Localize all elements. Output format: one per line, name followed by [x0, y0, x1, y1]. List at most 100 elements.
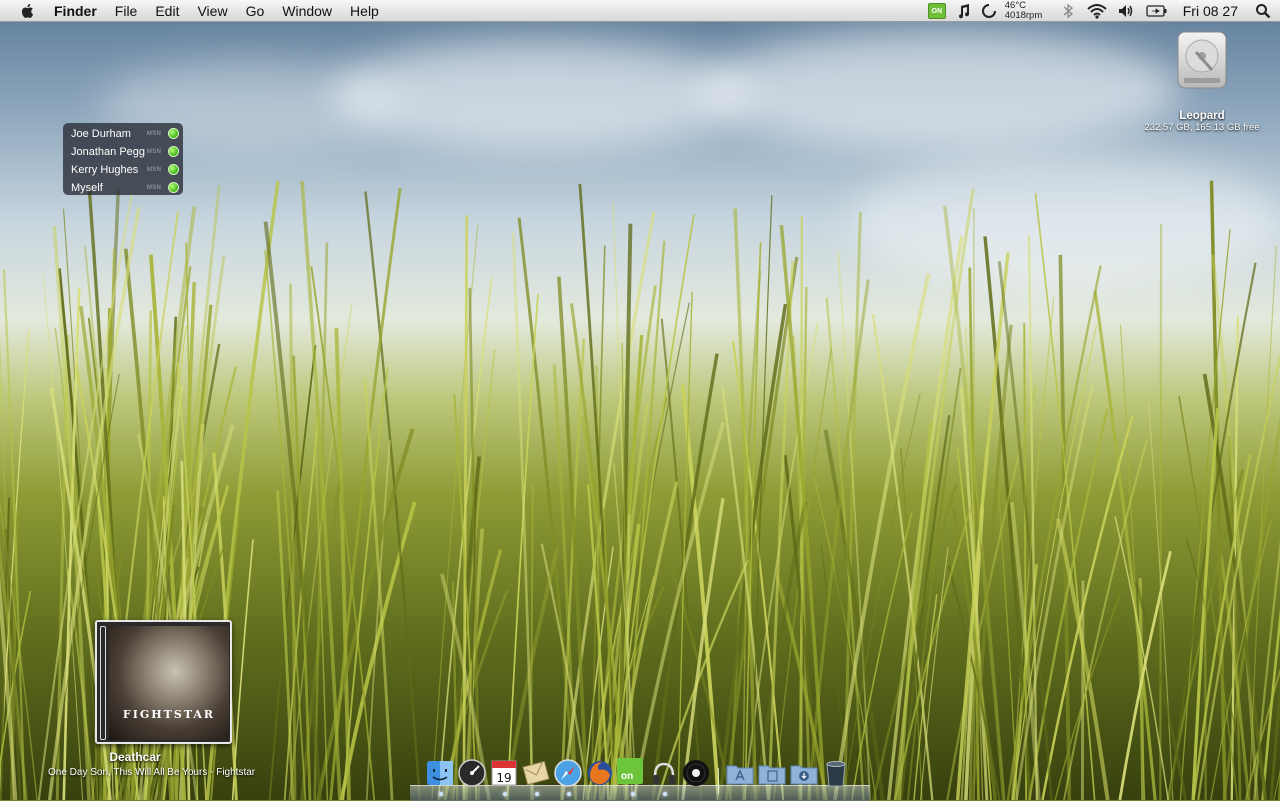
- tray-on[interactable]: ON: [923, 0, 951, 22]
- desktop-drive-leopard[interactable]: Leopard 232.57 GB, 165.13 GB free: [1136, 30, 1268, 133]
- grass-blade: [835, 274, 929, 800]
- dock-trash[interactable]: [821, 758, 853, 790]
- menu-help[interactable]: Help: [341, 0, 388, 22]
- dashboard-icon: [457, 758, 487, 788]
- menu-extras: ON 46°C 4018rpm: [923, 0, 1280, 22]
- album-art-frame: FIGHTSTAR: [95, 620, 232, 744]
- contacts-widget: Joe Durham MSN Jonathan Pegg MSN Kerry H…: [63, 123, 183, 195]
- contact-service: MSN: [143, 131, 165, 137]
- tray-sync[interactable]: [977, 0, 1001, 22]
- online-status-icon: [168, 146, 179, 157]
- tray-spotlight[interactable]: [1246, 0, 1280, 22]
- dock-firefox[interactable]: [585, 758, 617, 790]
- contact-service: MSN: [143, 167, 165, 173]
- dock-applications-stack[interactable]: [725, 758, 757, 790]
- wifi-icon: [1087, 3, 1107, 19]
- online-status-icon: [168, 182, 179, 193]
- contact-row[interactable]: Joe Durham MSN: [63, 125, 183, 143]
- running-indicator: [663, 792, 667, 796]
- ical-icon: 19: [489, 758, 519, 788]
- running-indicator: [567, 792, 571, 796]
- dock-separator: [713, 758, 725, 790]
- mail-icon: [521, 758, 551, 788]
- contact-row[interactable]: Myself MSN: [63, 179, 183, 197]
- trash-icon: [821, 758, 851, 788]
- sync-circle-icon: [981, 3, 997, 19]
- track-album-artist: One Day Son, This Will All Be Yours - Fi…: [48, 767, 318, 778]
- running-indicator: [535, 792, 539, 796]
- menu-edit[interactable]: Edit: [146, 0, 188, 22]
- grass-blade: [519, 218, 575, 800]
- dock-ical[interactable]: 19: [489, 758, 521, 790]
- running-indicator: [503, 792, 507, 796]
- tray-music[interactable]: [951, 0, 977, 22]
- firefox-icon: [585, 758, 615, 788]
- menu-file[interactable]: File: [106, 0, 147, 22]
- album-art: [109, 626, 229, 740]
- dock-dashboard[interactable]: [457, 758, 489, 790]
- drive-name: Leopard: [1136, 110, 1268, 122]
- dock-finder[interactable]: [425, 758, 457, 790]
- tray-battery[interactable]: [1141, 0, 1173, 22]
- dock-itunes[interactable]: [649, 758, 681, 790]
- playback-scrubber[interactable]: [100, 626, 106, 740]
- grass-blade: [278, 491, 293, 800]
- menu-finder[interactable]: Finder: [51, 0, 106, 22]
- contact-service: MSN: [143, 185, 165, 191]
- finder-icon: [425, 758, 455, 788]
- menu-view[interactable]: View: [188, 0, 236, 22]
- svg-text:19: 19: [496, 771, 511, 785]
- dock-adium-on[interactable]: on: [617, 758, 649, 790]
- grass-blade: [507, 294, 538, 800]
- menu-clock[interactable]: Fri 08 27: [1173, 3, 1246, 19]
- album-art-logo-text: FIGHTSTAR: [109, 708, 229, 721]
- dock-vinyl[interactable]: [681, 758, 713, 790]
- grass-blade: [1008, 266, 1101, 800]
- fan-speed-readout: 4018rpm: [1005, 11, 1053, 21]
- contact-name: Myself: [71, 182, 143, 194]
- on-badge-icon: ON: [928, 3, 946, 19]
- dock-safari[interactable]: [553, 758, 585, 790]
- drive-info: 232.57 GB, 165.13 GB free: [1136, 122, 1268, 133]
- tray-bluetooth[interactable]: [1053, 0, 1083, 22]
- apple-logo-icon[interactable]: [19, 2, 37, 20]
- applications-folder-icon: [725, 758, 755, 788]
- temperature-monitor[interactable]: 46°C 4018rpm: [1005, 1, 1053, 21]
- online-status-icon: [168, 164, 179, 175]
- grass-blade: [562, 212, 654, 800]
- contact-name: Jonathan Pegg: [71, 146, 143, 158]
- tray-volume[interactable]: [1111, 0, 1141, 22]
- online-status-icon: [168, 128, 179, 139]
- menu-window[interactable]: Window: [273, 0, 341, 22]
- track-title: Deathcar: [30, 750, 240, 764]
- battery-charging-icon: [1146, 4, 1168, 18]
- grass-blade: [1160, 224, 1161, 800]
- grass-blade: [1095, 291, 1155, 800]
- now-playing-widget[interactable]: FIGHTSTAR: [95, 620, 232, 744]
- grass-blade: [367, 440, 390, 800]
- music-note-icon: [956, 3, 972, 19]
- tray-wifi[interactable]: [1083, 0, 1111, 22]
- dock: 19 on: [425, 758, 853, 790]
- adium-on-icon: on: [617, 758, 643, 784]
- vinyl-icon: [681, 758, 711, 788]
- safari-icon: [553, 758, 583, 788]
- hard-drive-icon: [1172, 30, 1232, 90]
- contact-name: Joe Durham: [71, 128, 143, 140]
- grass-blade: [343, 367, 387, 800]
- dock-downloads-stack[interactable]: [789, 758, 821, 790]
- dock-documents-stack[interactable]: [757, 758, 789, 790]
- volume-icon: [1117, 3, 1135, 19]
- grass-blade: [1205, 587, 1206, 800]
- spotlight-search-icon: [1255, 3, 1271, 19]
- menu-go[interactable]: Go: [237, 0, 274, 22]
- contact-service: MSN: [143, 149, 165, 155]
- menu-bar: Finder File Edit View Go Window Help ON …: [0, 0, 1280, 22]
- documents-folder-icon: [757, 758, 787, 788]
- dock-mail[interactable]: [521, 758, 553, 790]
- bluetooth-icon: [1062, 3, 1074, 19]
- contact-row[interactable]: Jonathan Pegg MSN: [63, 143, 183, 161]
- running-indicator: [631, 792, 635, 796]
- contact-row[interactable]: Kerry Hughes MSN: [63, 161, 183, 179]
- contact-name: Kerry Hughes: [71, 164, 143, 176]
